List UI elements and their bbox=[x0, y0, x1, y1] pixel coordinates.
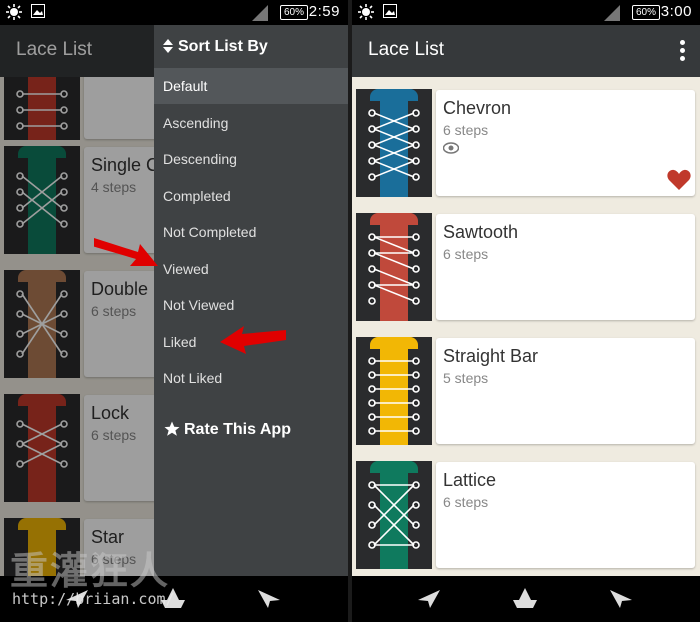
sort-option-viewed[interactable]: Viewed bbox=[154, 251, 348, 287]
heart-icon[interactable] bbox=[667, 169, 691, 190]
lace-card[interactable]: Straight Bar 5 steps bbox=[352, 337, 700, 445]
sort-option-descending[interactable]: Descending bbox=[154, 141, 348, 177]
lace-thumbnail bbox=[356, 337, 432, 445]
lace-card-info: Chevron 6 steps bbox=[436, 90, 695, 196]
brightness-icon bbox=[358, 4, 374, 20]
lace-steps: 6 steps bbox=[443, 246, 489, 262]
lace-thumbnail bbox=[356, 461, 432, 569]
clock: 3:00 bbox=[660, 3, 692, 20]
lace-card-info: Straight Bar 5 steps bbox=[436, 338, 695, 444]
clock: 2:59 bbox=[308, 3, 340, 20]
watermark: 重灌狂人 http://briian.com/ bbox=[6, 540, 226, 620]
lace-card-info: Lattice 6 steps bbox=[436, 462, 695, 568]
sort-option-not-viewed[interactable]: Not Viewed bbox=[154, 287, 348, 323]
watermark-title: 重灌狂人 bbox=[10, 551, 171, 593]
left-screen: 60% 2:59 Lace List Single C 4 steps Doub… bbox=[0, 0, 348, 622]
paper-boat-icon[interactable] bbox=[513, 588, 537, 610]
sort-option-ascending[interactable]: Ascending bbox=[154, 105, 348, 141]
sort-option-label: Default bbox=[163, 78, 208, 94]
lace-card-info: Sawtooth 6 steps bbox=[436, 214, 695, 320]
lace-thumbnail bbox=[356, 89, 432, 197]
drawer-scrim[interactable] bbox=[0, 25, 154, 576]
app-bar: Lace List bbox=[352, 25, 700, 77]
right-screen: 60% 3:00 Lace List Chevron 6 steps Sawto… bbox=[352, 0, 700, 622]
lace-name: Lattice bbox=[443, 470, 497, 490]
signal-icon bbox=[252, 5, 268, 21]
image-icon bbox=[31, 4, 45, 18]
lace-steps: 6 steps bbox=[443, 122, 489, 138]
sort-option-label: Not Liked bbox=[163, 370, 223, 386]
lace-card[interactable]: Lattice 6 steps bbox=[352, 461, 700, 569]
sort-option-completed[interactable]: Completed bbox=[154, 178, 348, 214]
sort-option-label: Viewed bbox=[163, 261, 209, 277]
watermark-url: http://briian.com/ bbox=[12, 590, 175, 608]
sort-header: Sort List By bbox=[154, 25, 348, 67]
app-title: Lace List bbox=[368, 39, 445, 60]
lace-card[interactable]: Chevron 6 steps bbox=[352, 89, 700, 197]
eye-icon bbox=[443, 142, 459, 154]
lace-steps: 6 steps bbox=[443, 494, 489, 510]
sort-option-not-completed[interactable]: Not Completed bbox=[154, 214, 348, 250]
lace-card[interactable]: Sawtooth 6 steps bbox=[352, 213, 700, 321]
lace-list: Chevron 6 steps Sawtooth 6 steps Straigh… bbox=[352, 77, 700, 576]
image-icon bbox=[383, 4, 397, 18]
lace-steps: 5 steps bbox=[443, 370, 489, 386]
sort-drawer: Sort List By Default Ascending Descendin… bbox=[154, 25, 348, 576]
sort-header-label: Sort List By bbox=[178, 38, 268, 55]
paper-plane-right-icon[interactable] bbox=[258, 590, 280, 608]
star-icon bbox=[164, 421, 180, 436]
lace-name: Chevron bbox=[443, 98, 512, 118]
rate-app-label: Rate This App bbox=[184, 421, 291, 438]
nav-bar bbox=[352, 576, 700, 622]
sort-option-not-liked[interactable]: Not Liked bbox=[154, 360, 348, 396]
battery-indicator: 60% bbox=[632, 5, 660, 20]
status-bar: 60% 3:00 bbox=[352, 0, 700, 25]
red-arrow-icon bbox=[220, 326, 286, 354]
lace-name: Straight Bar bbox=[443, 346, 539, 366]
sort-option-label: Not Viewed bbox=[163, 297, 235, 313]
sort-icon bbox=[163, 39, 173, 53]
red-arrow-icon bbox=[94, 238, 158, 266]
sort-option-label: Descending bbox=[163, 151, 237, 167]
overflow-menu-icon[interactable] bbox=[680, 40, 686, 62]
sort-option-default[interactable]: Default bbox=[154, 68, 348, 104]
lace-thumbnail bbox=[356, 213, 432, 321]
paper-plane-left-icon[interactable] bbox=[418, 590, 440, 608]
battery-indicator: 60% bbox=[280, 5, 308, 20]
sort-option-label: Ascending bbox=[163, 115, 229, 131]
signal-icon bbox=[604, 5, 620, 21]
lace-name: Sawtooth bbox=[443, 222, 519, 242]
sort-option-label: Not Completed bbox=[163, 224, 257, 240]
sort-option-label: Liked bbox=[163, 334, 197, 350]
status-bar: 60% 2:59 bbox=[0, 0, 348, 25]
paper-plane-right-icon[interactable] bbox=[610, 590, 632, 608]
sort-option-label: Completed bbox=[163, 188, 231, 204]
brightness-icon bbox=[6, 4, 22, 20]
rate-app-button[interactable]: Rate This App bbox=[154, 417, 348, 451]
